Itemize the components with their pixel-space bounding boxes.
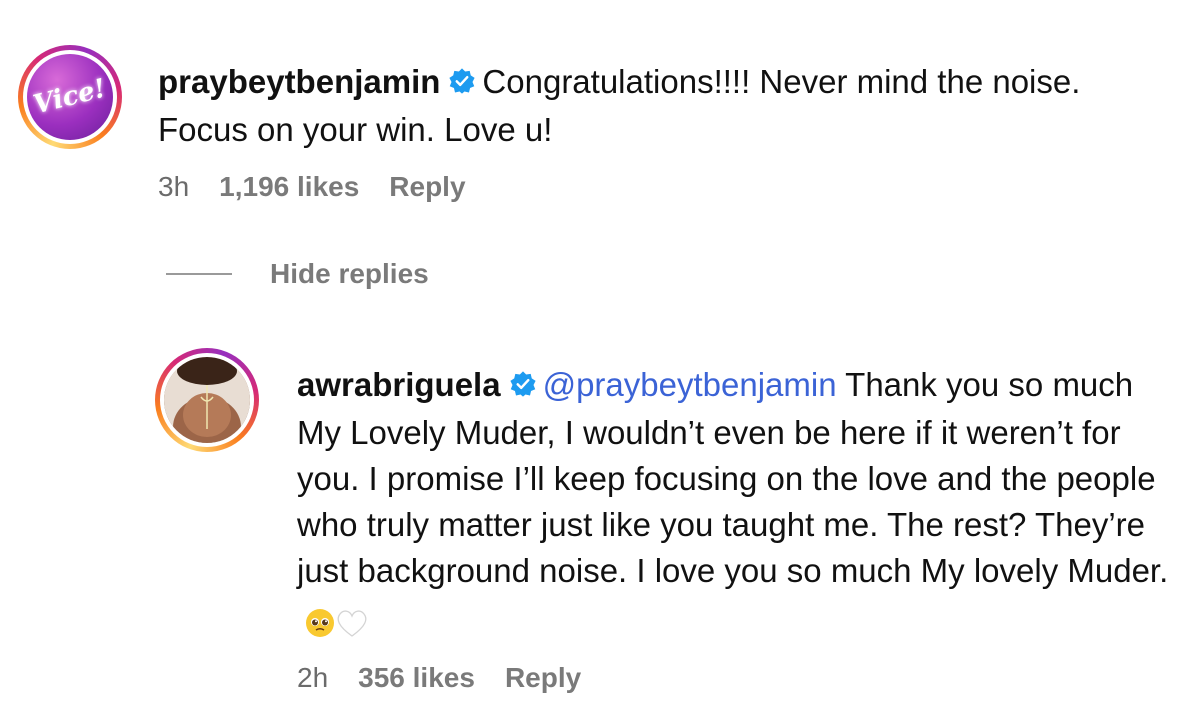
avatar-photo-illustration xyxy=(164,357,250,443)
avatar[interactable]: Vice! xyxy=(18,45,122,149)
avatar-ring-gap xyxy=(160,353,254,447)
reply-button[interactable]: Reply xyxy=(505,662,581,694)
comment-text-block: praybeytbenjamin Congratulations!!!! Neve… xyxy=(158,59,1178,153)
comment-meta: 3h 1,196 likes Reply xyxy=(158,171,1178,203)
white-heart-emoji-icon xyxy=(337,610,367,638)
hide-replies-button[interactable]: Hide replies xyxy=(166,258,429,290)
comment-body: awrabriguela @praybeytbenjamin Thank you … xyxy=(297,362,1177,694)
likes-count[interactable]: 356 likes xyxy=(358,662,475,694)
pleading-face-emoji-icon xyxy=(306,609,334,638)
verified-badge-icon xyxy=(509,364,537,410)
likes-count[interactable]: 1,196 likes xyxy=(219,171,359,203)
avatar-logo-text: Vice! xyxy=(30,73,110,121)
username[interactable]: praybeytbenjamin xyxy=(158,63,440,100)
avatar[interactable] xyxy=(155,348,259,452)
mention-link[interactable]: @praybeytbenjamin xyxy=(543,366,837,403)
emoji-group xyxy=(305,598,369,644)
avatar-ring-gap: Vice! xyxy=(23,50,117,144)
hide-replies-label: Hide replies xyxy=(270,258,429,289)
avatar-image xyxy=(164,357,250,443)
comment-body: praybeytbenjamin Congratulations!!!! Neve… xyxy=(158,59,1178,203)
timestamp[interactable]: 2h xyxy=(297,662,328,694)
timestamp[interactable]: 3h xyxy=(158,171,189,203)
divider-line xyxy=(166,273,232,275)
verified-badge-icon xyxy=(448,61,476,107)
comment-text-block: awrabriguela @praybeytbenjamin Thank you … xyxy=(297,362,1177,644)
comment-meta: 2h 356 likes Reply xyxy=(297,662,1177,694)
reply-button[interactable]: Reply xyxy=(389,171,465,203)
username[interactable]: awrabriguela xyxy=(297,366,501,403)
avatar-image: Vice! xyxy=(27,54,113,140)
